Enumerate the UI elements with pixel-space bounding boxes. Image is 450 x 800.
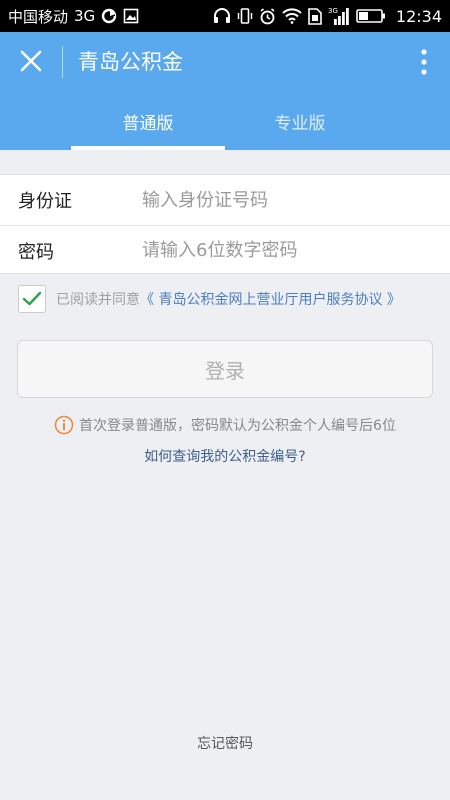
agreement-checkbox[interactable] <box>18 285 46 313</box>
carrier-name: 中国移动 <box>8 7 69 26</box>
forgot-password-link[interactable]: 忘记密码 <box>0 733 450 753</box>
wifi-icon <box>282 8 302 24</box>
info-icon <box>54 415 74 435</box>
alarm-icon <box>259 7 276 25</box>
battery-icon <box>356 8 386 24</box>
headphones-icon <box>213 8 231 24</box>
login-form: 身份证 密码 <box>0 174 450 274</box>
network-type: 3G <box>74 7 96 25</box>
login-button[interactable]: 登录 <box>17 340 433 398</box>
tab-professional[interactable]: 专业版 <box>223 92 377 150</box>
svg-text:3G: 3G <box>328 7 338 15</box>
notice-text: 首次登录普通版，密码默认为公积金个人编号后6位 <box>79 418 396 434</box>
more-options-button[interactable] <box>412 44 436 80</box>
sync-icon <box>101 8 117 24</box>
image-icon <box>123 8 139 24</box>
tab-standard[interactable]: 普通版 <box>71 92 225 150</box>
password-row: 密码 <box>0 225 450 275</box>
check-icon <box>22 291 42 307</box>
status-bar-right: 3G 12:34 <box>213 7 442 26</box>
agreement-row: 已阅读并同意 《 青岛公积金网上营业厅用户服务协议 》 <box>18 284 401 314</box>
page-title: 青岛公积金 <box>78 50 183 74</box>
password-label: 密码 <box>18 241 54 263</box>
close-button[interactable] <box>12 42 50 80</box>
top-bar: 青岛公积金 <box>0 32 450 92</box>
id-label: 身份证 <box>18 191 72 212</box>
header-divider <box>62 46 63 78</box>
more-vertical-icon <box>421 49 427 75</box>
agreement-link[interactable]: 《 青岛公积金网上营业厅用户服务协议 》 <box>140 289 401 309</box>
login-notice: 首次登录普通版，密码默认为公积金个人编号后6位 <box>0 414 450 436</box>
status-bar-left: 中国移动 3G <box>8 6 139 27</box>
vibrate-icon <box>237 8 253 24</box>
version-tabs: 普通版 专业版 <box>0 92 450 150</box>
id-number-input[interactable] <box>142 180 432 220</box>
close-icon <box>20 50 42 72</box>
id-row: 身份证 <box>0 175 450 225</box>
clock-time: 12:34 <box>395 6 442 26</box>
how-to-find-number-link[interactable]: 如何查询我的公积金编号? <box>0 446 450 466</box>
signal-icon: 3G <box>328 7 350 25</box>
sim-icon <box>308 7 322 25</box>
status-bar: 中国移动 3G 3G 12:34 <box>0 0 450 32</box>
password-input[interactable] <box>142 230 432 271</box>
agreement-prefix: 已阅读并同意 <box>56 292 140 308</box>
app-header: 青岛公积金 普通版 专业版 <box>0 32 450 150</box>
